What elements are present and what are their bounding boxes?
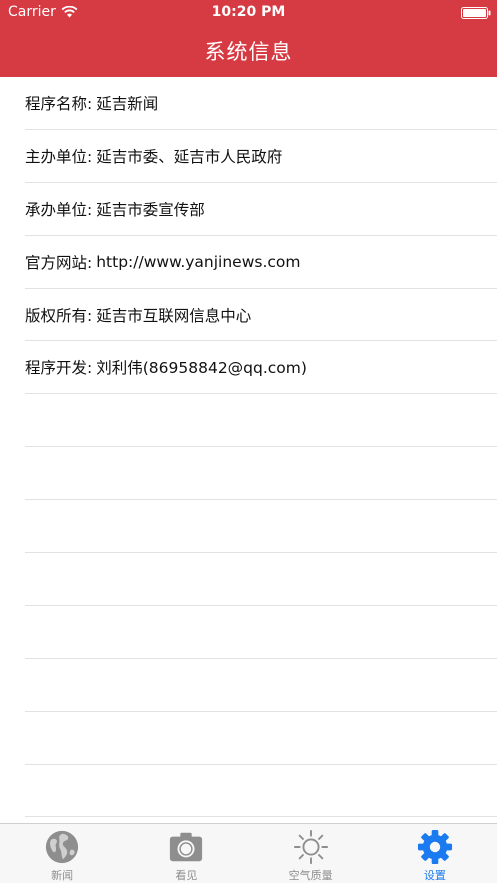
globe-icon [46, 830, 79, 864]
info-row-copyright: 版权所有: 延吉市互联网信息中心 [25, 289, 497, 342]
info-value: 延吉市委、延吉市人民政府 [96, 147, 283, 166]
empty-row [25, 765, 497, 818]
battery-icon [461, 7, 491, 19]
website-link[interactable]: http://www.yanjinews.com [96, 253, 300, 271]
tab-see[interactable]: 看见 [124, 824, 248, 883]
camera-icon [170, 832, 203, 862]
info-label: 主办单位: [25, 147, 93, 166]
empty-row [25, 553, 497, 606]
info-row-website[interactable]: 官方网站: http://www.yanjinews.com [25, 236, 497, 289]
info-label: 官方网站: [25, 253, 93, 272]
empty-row [25, 394, 497, 448]
info-label: 版权所有: [25, 306, 93, 325]
empty-row [25, 606, 497, 659]
info-value: 刘利伟(86958842@qq.com) [96, 359, 307, 378]
navigation-header: Carrier 10:20 PM 系统信息 [0, 0, 497, 77]
tab-label: 空气质量 [288, 869, 333, 882]
tab-settings[interactable]: 设置 [373, 824, 497, 883]
gear-icon [417, 829, 452, 865]
tab-air-quality[interactable]: 空气质量 [249, 824, 373, 883]
status-bar: Carrier 10:20 PM [0, 0, 497, 26]
tab-label: 设置 [423, 869, 446, 882]
tab-news[interactable]: 新闻 [0, 824, 124, 883]
empty-row [25, 712, 497, 765]
info-label: 程序名称: [25, 94, 93, 113]
page-title: 系统信息 [204, 40, 293, 64]
info-row-app-name: 程序名称: 延吉新闻 [25, 77, 497, 130]
info-value: 延吉市互联网信息中心 [96, 306, 252, 325]
tab-label: 新闻 [51, 869, 74, 882]
info-row-developer: 程序开发: 刘利伟(86958842@qq.com) [25, 341, 497, 395]
info-value: 延吉新闻 [96, 94, 159, 113]
empty-row [25, 500, 497, 554]
info-value: 延吉市委宣传部 [96, 200, 205, 219]
info-list: 程序名称: 延吉新闻 主办单位: 延吉市委、延吉市人民政府 承办单位: 延吉市委… [0, 77, 497, 822]
info-label: 程序开发: [25, 359, 93, 378]
info-label: 承办单位: [25, 200, 93, 219]
tab-bar: 新闻 看见 空气质量 设置 [0, 823, 497, 883]
info-row-organizer: 承办单位: 延吉市委宣传部 [25, 183, 497, 236]
tab-label: 看见 [175, 869, 198, 882]
empty-row [25, 659, 497, 712]
empty-row [25, 447, 497, 501]
info-row-sponsor: 主办单位: 延吉市委、延吉市人民政府 [25, 130, 497, 183]
sun-icon [293, 829, 328, 865]
status-time: 10:20 PM [211, 4, 286, 20]
